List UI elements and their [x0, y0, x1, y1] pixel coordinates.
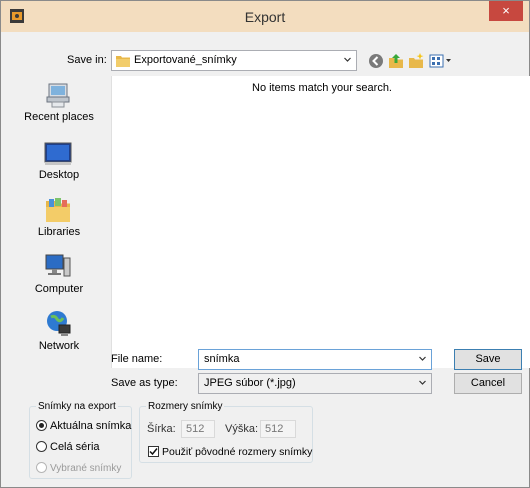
radio-label: Celá séria [50, 441, 100, 453]
places-bar: Recent places Desktop Libraries Computer… [9, 78, 109, 370]
chevron-down-icon [419, 356, 426, 361]
back-icon[interactable] [368, 53, 384, 69]
file-name-input[interactable]: snímka [198, 349, 432, 370]
libraries-icon [46, 198, 70, 222]
computer-icon [45, 254, 71, 277]
height-field: 512 [260, 420, 296, 438]
radio-indicator [36, 462, 47, 473]
radio-label: Vybrané snímky [50, 463, 122, 474]
folder-icon [116, 56, 130, 67]
new-folder-icon[interactable] [408, 53, 424, 69]
place-label: Libraries [37, 226, 81, 238]
original-size-checkbox[interactable] [148, 446, 159, 457]
checkmark-icon [149, 448, 158, 456]
width-field: 512 [181, 420, 215, 438]
empty-message: No items match your search. [252, 82, 392, 94]
save-as-type-value: JPEG súbor (*.jpg) [204, 377, 296, 389]
radio-whole-series[interactable]: Celá séria [36, 441, 100, 453]
width-label: Šírka: [147, 423, 176, 435]
radio-indicator [36, 441, 47, 452]
save-button[interactable]: Save [454, 349, 522, 370]
chevron-down-icon [344, 57, 351, 62]
file-name-value: snímka [204, 353, 240, 365]
radio-indicator [36, 420, 47, 431]
save-in-label: Save in: [67, 54, 107, 66]
file-name-label: File name: [111, 353, 163, 365]
window-title: Export [244, 9, 286, 25]
recent-places-icon [46, 83, 70, 108]
radio-selected-slides: Vybrané snímky [36, 462, 121, 474]
close-button[interactable]: × [489, 1, 523, 21]
radio-label: Aktuálna snímka [50, 420, 132, 432]
close-icon: × [502, 3, 510, 18]
place-desktop[interactable]: Desktop [9, 136, 109, 192]
height-label: Výška: [225, 423, 259, 435]
place-label: Recent places [24, 111, 94, 123]
save-as-type-dropdown[interactable]: JPEG súbor (*.jpg) [198, 373, 432, 394]
image-size-legend: Rozmery snímky [148, 401, 223, 412]
original-size-label: Použiť pôvodné rozmery snímky [162, 446, 313, 458]
chevron-down-icon [419, 380, 426, 385]
save-in-dropdown[interactable]: Exportované_snímky [111, 50, 357, 71]
export-dialog: Export × Save in: Exportované_snímky Rec… [0, 0, 530, 488]
desktop-icon [44, 142, 72, 165]
view-menu-icon[interactable] [429, 53, 453, 69]
place-label: Network [38, 340, 80, 352]
title-bar: Export × [1, 1, 529, 32]
radio-current-slide[interactable]: Aktuálna snímka [36, 420, 131, 432]
place-label: Computer [34, 283, 84, 295]
up-folder-icon[interactable] [388, 53, 404, 69]
place-network[interactable]: Network [9, 307, 109, 363]
place-label: Desktop [38, 169, 80, 181]
place-computer[interactable]: Computer [9, 250, 109, 306]
network-icon [47, 311, 71, 336]
save-as-type-label: Save as type: [111, 377, 178, 389]
place-libraries[interactable]: Libraries [9, 193, 109, 249]
cancel-button[interactable]: Cancel [454, 373, 522, 394]
file-list[interactable]: No items match your search. [111, 76, 530, 368]
export-scope-legend: Snímky na export [38, 401, 116, 412]
save-in-value: Exportované_snímky [134, 54, 237, 66]
place-recent-places[interactable]: Recent places [9, 78, 109, 134]
